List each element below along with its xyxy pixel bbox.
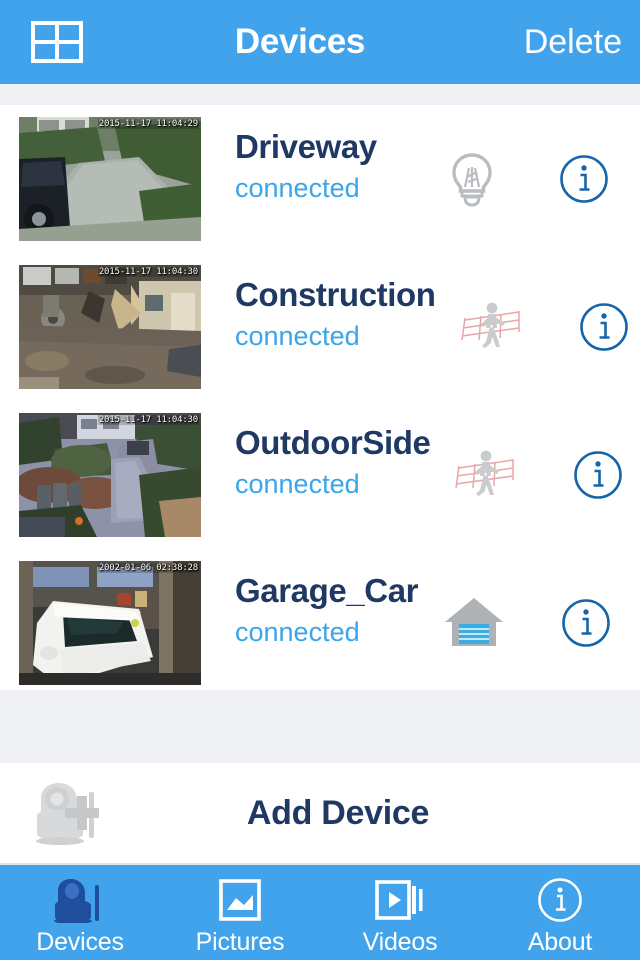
device-info: OutdoorSide connected: [201, 401, 431, 504]
device-info-button[interactable]: [542, 401, 640, 549]
thumbnail-timestamp: 2015-11-17 11:04:30: [97, 415, 199, 425]
camera-thumbnail[interactable]: 2015-11-17 11:04:30: [19, 413, 201, 537]
tab-pictures[interactable]: Pictures: [160, 865, 320, 960]
camera-icon: [50, 877, 110, 923]
tab-label: Pictures: [195, 928, 285, 956]
navigation-bar: Devices Delete: [0, 0, 640, 84]
table-row[interactable]: 2015-11-17 11:04:30 OutdoorSide connecte…: [0, 401, 640, 549]
device-name: OutdoorSide: [235, 424, 431, 461]
lightbulb-icon: [452, 153, 492, 207]
device-name: Construction: [235, 276, 436, 313]
add-camera-icon-wrap: [14, 762, 126, 864]
page-title: Devices: [234, 22, 366, 61]
device-status: connected: [235, 469, 360, 499]
thumbnail-timestamp: 2015-11-17 11:04:29: [97, 119, 199, 129]
grid-view-button[interactable]: [0, 0, 110, 84]
tab-label: Devices: [36, 928, 124, 956]
camera-thumbnail[interactable]: 2002-01-06 02:38:28: [19, 561, 201, 685]
device-info-button[interactable]: [528, 105, 640, 253]
tab-videos[interactable]: Videos: [320, 865, 480, 960]
info-icon: [537, 877, 583, 923]
device-status: connected: [235, 173, 360, 203]
info-icon: [562, 599, 610, 647]
tab-about[interactable]: About: [480, 865, 640, 960]
tab-label: Videos: [362, 928, 438, 956]
info-icon: [579, 303, 628, 351]
add-camera-icon: [36, 783, 99, 845]
tripwire-motion-icon: [455, 450, 515, 496]
add-device-label: Add Device: [246, 793, 430, 832]
device-name: Driveway: [235, 128, 377, 165]
device-info: Construction connected: [201, 253, 436, 356]
info-icon: [574, 451, 623, 499]
thumbnail-timestamp: 2015-11-17 11:04:30: [97, 267, 199, 277]
garage-thumbnail-art: [19, 561, 201, 685]
table-row[interactable]: 2015-11-17 11:04:29 Driveway connected: [0, 105, 640, 253]
garage-control-button[interactable]: [418, 549, 530, 697]
device-status: connected: [235, 321, 360, 351]
motion-detection-button[interactable]: [430, 401, 542, 549]
device-info: Garage_Car connected: [201, 549, 419, 652]
grid-view-icon: [31, 21, 83, 63]
device-info-button[interactable]: [548, 253, 640, 401]
camera-thumbnail[interactable]: 2015-11-17 11:04:29: [19, 117, 201, 241]
driveway-thumbnail-art: [19, 117, 201, 241]
device-info: Driveway connected: [201, 105, 416, 208]
device-list: 2015-11-17 11:04:29 Driveway connected 2…: [0, 105, 640, 697]
tab-label: About: [527, 928, 593, 956]
tab-bar: Devices Pictures Videos About: [0, 865, 640, 960]
list-bottom-band: [0, 690, 640, 763]
thumbnail-timestamp: 2002-01-06 02:38:28: [97, 563, 199, 573]
picture-icon: [218, 877, 262, 923]
garage-door-icon: [445, 598, 504, 646]
info-icon: [560, 155, 608, 203]
light-control-button[interactable]: [416, 105, 528, 253]
table-row[interactable]: 2002-01-06 02:38:28 Garage_Car connected: [0, 549, 640, 697]
video-icon: [374, 877, 426, 923]
delete-button[interactable]: Delete: [490, 23, 640, 62]
device-name: Garage_Car: [235, 572, 419, 609]
device-status: connected: [235, 617, 360, 647]
tab-devices[interactable]: Devices: [0, 865, 160, 960]
devices-screen: Devices Delete 2015-11-17 11:04:29 Drive…: [0, 0, 640, 960]
device-info-button[interactable]: [530, 549, 640, 697]
add-device-row[interactable]: Add Device: [0, 763, 640, 865]
motion-detection-button[interactable]: [436, 253, 548, 401]
camera-thumbnail[interactable]: 2015-11-17 11:04:30: [19, 265, 201, 389]
top-spacer-band: [0, 84, 640, 105]
table-row[interactable]: 2015-11-17 11:04:30 Construction connect…: [0, 253, 640, 401]
construction-thumbnail-art: [19, 265, 201, 389]
outdoorside-thumbnail-art: [19, 413, 201, 537]
tripwire-motion-icon: [460, 302, 520, 348]
